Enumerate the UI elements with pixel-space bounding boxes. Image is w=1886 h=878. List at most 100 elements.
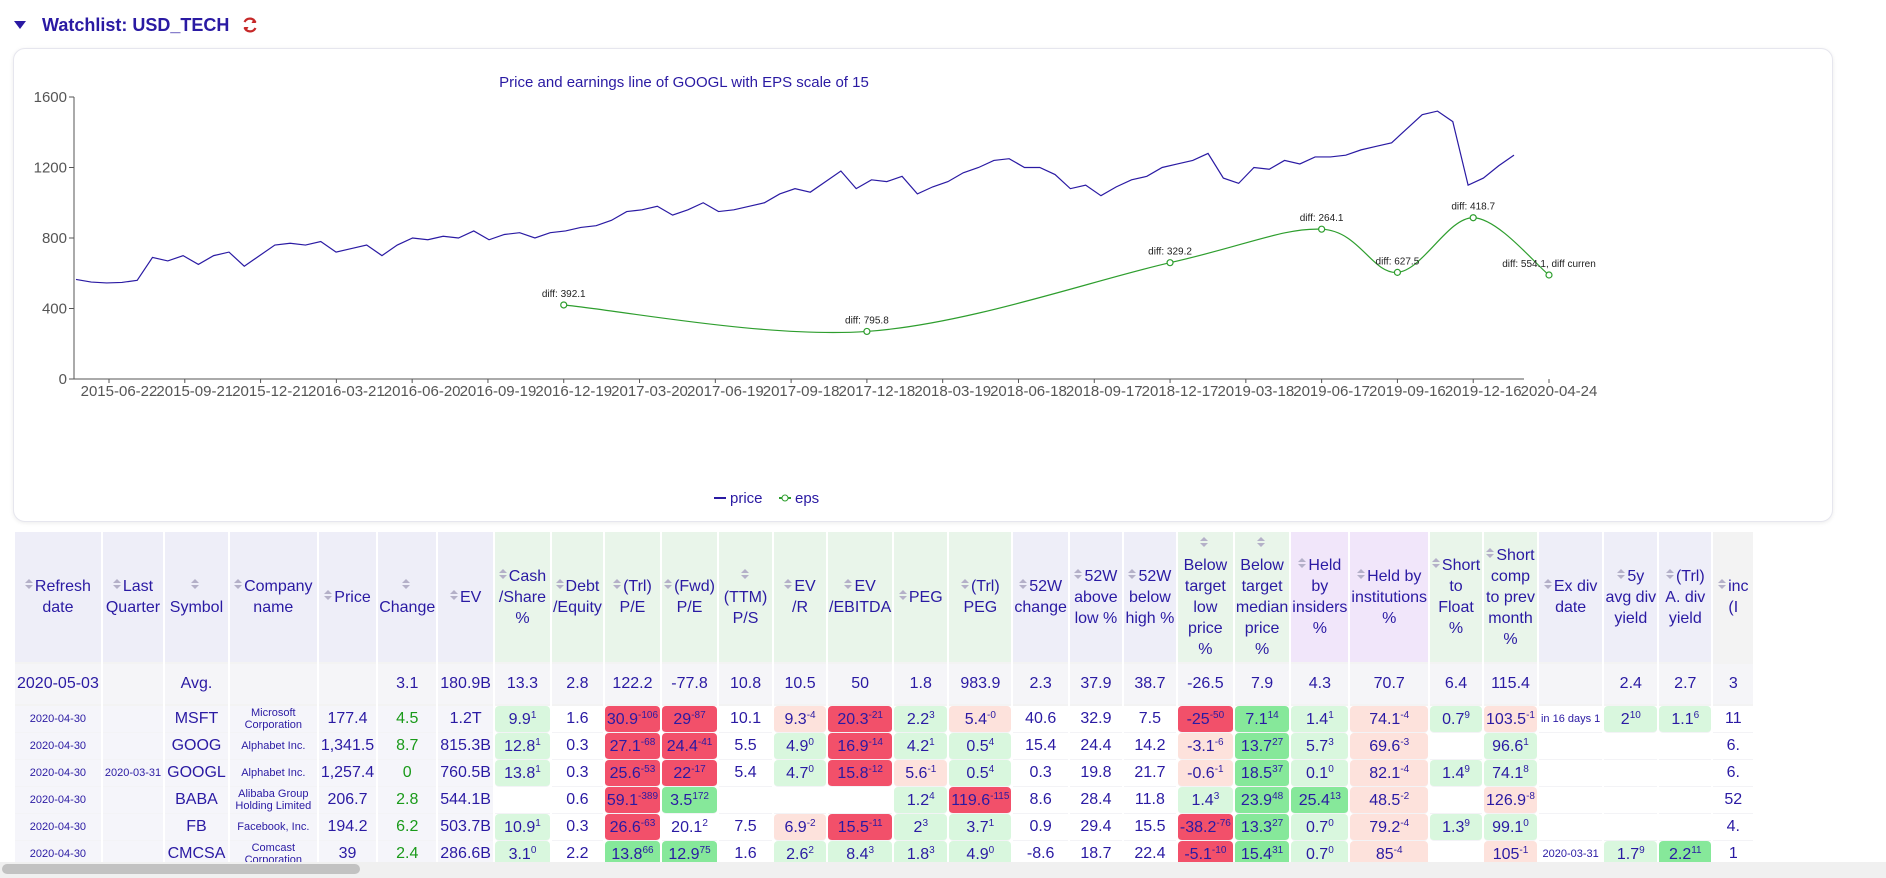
scrollbar-thumb[interactable] [2,864,360,874]
cell-change-superscript: -389 [638,790,659,802]
table-cell: 1.2T [438,706,493,733]
sort-icon[interactable] [191,579,200,590]
column-header[interactable]: Refresh date [15,532,101,662]
cell-change-superscript: -68 [640,736,656,748]
cell-value: -8.6 [1026,845,1055,862]
column-header[interactable]: (Trl) P/E [604,532,661,662]
sort-icon[interactable] [1019,579,1028,590]
sort-icon[interactable] [1298,558,1307,569]
symbol-cell[interactable]: FB [165,814,228,841]
table-row[interactable]: 2020-04-30 BABA Alibaba Group Holding Limi… [15,787,1754,814]
sort-icon[interactable] [1257,537,1266,548]
table-cell: 6. [1713,760,1754,787]
sort-icon[interactable] [498,568,507,580]
column-header[interactable]: Debt /Equity [551,532,603,662]
sort-icon[interactable] [1431,558,1440,569]
table-row[interactable]: 2020-04-30 MSFT Microsoft Corporation 177.4… [15,706,1754,733]
sort-icon[interactable] [613,579,622,590]
column-header[interactable]: 5y avg div yield [1604,532,1658,662]
sort-icon[interactable] [784,579,793,590]
sort-icon[interactable] [740,568,749,580]
column-header[interactable]: Below target low price % [1177,532,1233,662]
cell-change-superscript: 37 [1272,763,1284,775]
table-cell: 0.3 [551,814,603,841]
caret-down-icon[interactable] [14,21,26,29]
cell-change-superscript: 1 [929,736,935,748]
symbol-cell[interactable]: GOOG [165,733,228,760]
sort-icon[interactable] [1128,568,1137,580]
eps-point-label: diff: 329.2 [1148,247,1192,258]
sort-icon[interactable] [24,579,33,590]
symbol-cell[interactable]: GOOGL [165,760,228,787]
sort-icon[interactable] [449,589,458,601]
column-header[interactable]: EV [438,532,493,662]
symbol-cell[interactable]: MSFT [165,706,228,733]
sort-icon[interactable] [1200,537,1209,548]
sort-icon[interactable] [402,579,411,590]
sort-icon[interactable] [664,579,673,590]
sort-icon[interactable] [1665,568,1674,580]
sort-icon[interactable] [555,579,564,590]
column-header[interactable]: inc (I [1713,532,1754,662]
cell-value: Microsoft Corporation [244,707,303,731]
refresh-icon[interactable] [239,14,261,36]
column-header[interactable]: 52W below high % [1123,532,1176,662]
table-row[interactable]: 2020-04-30 GOOG Alphabet Inc. 1,341.5 8.7 815… [15,733,1754,760]
column-header[interactable]: Last Quarter [102,532,164,662]
sort-icon[interactable] [1617,568,1626,580]
sort-icon[interactable] [112,579,121,590]
sort-icon[interactable] [898,589,907,601]
column-header[interactable]: Price [318,532,377,662]
table-cell: 11.8 [1123,787,1176,814]
legend-label-price[interactable]: price [730,490,763,507]
column-header[interactable]: Cash /Share % [494,532,550,662]
column-header[interactable]: EV /R [774,532,827,662]
symbol-cell[interactable]: BABA [165,787,228,814]
table-cell: 0.54 [949,733,1012,760]
table-row[interactable]: 2020-04-30 FB Facebook, Inc. 194.2 6.2 503.7B… [15,814,1754,841]
column-header[interactable]: PEG [894,532,948,662]
column-header[interactable]: (Trl) PEG [949,532,1012,662]
table-cell: 18.7 [1070,841,1122,862]
sort-icon[interactable] [1718,579,1727,590]
column-header[interactable]: (Fwd) P/E [662,532,718,662]
sort-icon[interactable] [234,579,243,590]
cell-value: 8.4 [846,845,869,863]
sort-icon[interactable] [1543,579,1552,590]
column-header[interactable]: Ex div date [1538,532,1603,662]
column-header[interactable]: Company name [229,532,317,662]
column-header[interactable]: Short to Float % [1430,532,1483,662]
column-header[interactable]: Below target median price % [1234,532,1290,662]
column-header[interactable]: (Trl) A. div yield [1659,532,1712,662]
table-row[interactable]: 2020-04-30 CMCSA Comcast Corporation 39 2.4 2… [15,841,1753,862]
sort-icon[interactable] [1074,568,1083,580]
watchlist-table-container[interactable]: Refresh date Last Quarter Symbol Company na… [13,532,1886,862]
table-row[interactable]: 2020-04-30 2020-03-31 GOOGL Alphabet Inc. 1,… [15,760,1754,787]
chart-legend[interactable]: price eps [714,490,819,507]
sort-icon[interactable] [960,579,969,590]
cell-value: 12.8 [504,737,536,755]
sort-icon[interactable] [1486,547,1495,559]
column-header[interactable]: 52W change [1013,532,1068,662]
column-header[interactable]: EV /EBITDA [828,532,893,662]
cell-value: 2020-04-30 [29,848,87,860]
symbol-cell[interactable]: CMCSA [165,841,228,862]
table-cell: 7.5 [719,814,773,841]
cell-value: 85 [1375,845,1394,863]
column-header[interactable]: Held by institutions % [1350,532,1429,662]
sort-icon[interactable] [1357,568,1366,580]
sort-icon[interactable] [324,589,333,601]
column-header[interactable]: (TTM) P/S [719,532,773,662]
column-header[interactable]: Symbol [165,532,228,662]
column-header[interactable]: Held by insiders % [1291,532,1349,662]
cell-change-superscript: -1 [927,763,937,775]
column-header[interactable]: 52W above low % [1069,532,1122,662]
cell-value: 48.5 [1369,791,1401,809]
column-header[interactable]: Short comp to prev month % [1484,532,1537,662]
table-cell: -0.6-1 [1177,760,1233,787]
column-header-label: EV [459,588,482,606]
column-header[interactable]: Change [378,532,437,662]
column-header-label: Below target low price % [1183,557,1228,658]
legend-label-eps[interactable]: eps [795,490,819,507]
sort-icon[interactable] [844,579,853,590]
